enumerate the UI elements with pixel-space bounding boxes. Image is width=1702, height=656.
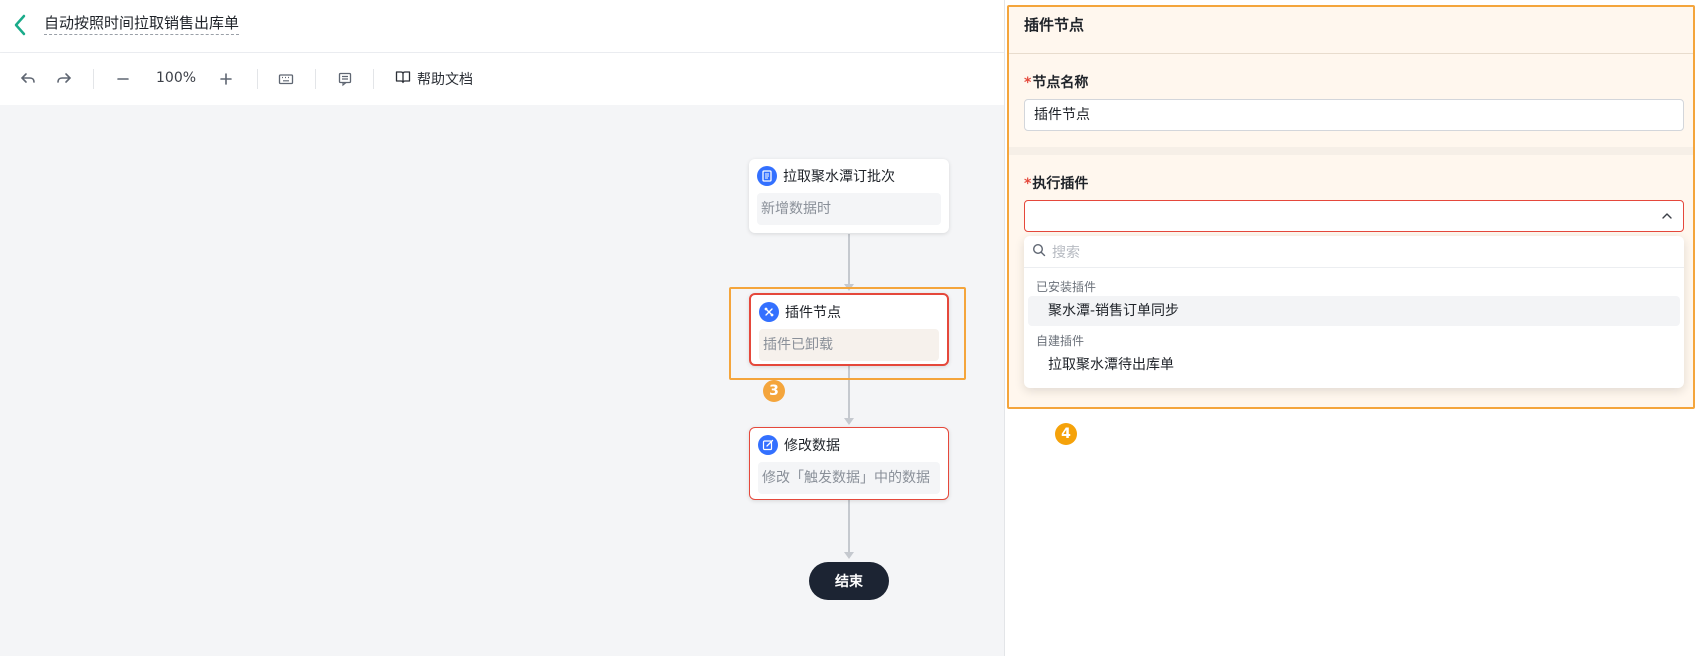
toolbar-divider (257, 69, 258, 89)
annotation-badge: 4 (1055, 423, 1077, 445)
node-description: 插件已卸载 (759, 329, 939, 361)
flow-node-trigger[interactable]: 拉取聚水潭订批次 新增数据时 (749, 159, 949, 233)
edit-icon (758, 435, 778, 455)
node-title: 修改数据 (784, 438, 840, 454)
node-title: 插件节点 (785, 305, 841, 321)
plugin-label-text: 执行插件 (1032, 176, 1089, 192)
toolbar-divider (315, 69, 316, 89)
keyboard-icon[interactable] (274, 65, 298, 93)
help-docs-label: 帮助文档 (417, 72, 473, 88)
panel-title: 插件节点 (1024, 16, 1085, 34)
editor-header: 自动按照时间拉取销售出库单 (0, 0, 1004, 53)
zoom-in-icon[interactable] (214, 65, 238, 93)
flow-node-plugin[interactable]: 插件节点 插件已卸载 (749, 293, 949, 366)
plugin-icon (759, 302, 779, 322)
flow-node-update[interactable]: 修改数据 修改「触发数据」中的数据 (749, 427, 949, 500)
node-name-label-text: 节点名称 (1032, 75, 1089, 91)
help-docs-button[interactable]: 帮助文档 (395, 65, 473, 93)
required-mark: * (1024, 75, 1032, 91)
chevron-up-icon (1661, 210, 1673, 222)
flow-edge (848, 234, 850, 288)
edge-arrow (844, 418, 854, 425)
section-gap (1009, 147, 1693, 155)
zoom-level: 100% (156, 70, 197, 86)
comment-icon[interactable] (333, 65, 357, 93)
plugin-label: *执行插件 (1024, 173, 1088, 193)
toolbar-divider (373, 69, 374, 89)
node-name-label: *节点名称 (1024, 72, 1088, 92)
search-icon (1032, 243, 1046, 261)
panel-divider (1009, 53, 1693, 54)
end-node[interactable]: 结束 (809, 562, 889, 600)
document-icon (757, 166, 777, 186)
dropdown-group-label: 已安装插件 (1036, 280, 1097, 294)
node-description: 新增数据时 (757, 193, 941, 225)
required-mark: * (1024, 176, 1032, 192)
zoom-out-icon[interactable] (111, 65, 135, 93)
plugin-select[interactable] (1024, 200, 1684, 232)
node-name-input[interactable]: 插件节点 (1024, 99, 1684, 131)
toolbar-divider (93, 69, 94, 89)
plugin-dropdown: 搜索 已安装插件 聚水潭-销售订单同步 自建插件 拉取聚水潭待出库单 (1024, 236, 1684, 388)
redo-icon[interactable] (52, 65, 76, 93)
search-input[interactable]: 搜索 (1052, 242, 1080, 262)
dropdown-search[interactable]: 搜索 (1024, 236, 1684, 268)
dropdown-group-label: 自建插件 (1036, 334, 1085, 348)
node-description: 修改「触发数据」中的数据 (758, 462, 940, 494)
undo-icon[interactable] (16, 65, 40, 93)
workflow-title[interactable]: 自动按照时间拉取销售出库单 (44, 14, 240, 35)
book-icon (395, 69, 411, 89)
dropdown-option[interactable]: 拉取聚水潭待出库单 (1028, 350, 1680, 380)
annotation-badge: 3 (763, 380, 785, 402)
dropdown-option[interactable]: 聚水潭-销售订单同步 (1028, 296, 1680, 326)
back-arrow-icon[interactable] (12, 13, 28, 37)
edge-arrow (844, 552, 854, 559)
toolbar: 100% 帮助文档 (0, 53, 1004, 105)
flow-edge (848, 500, 850, 556)
node-title: 拉取聚水潭订批次 (783, 169, 895, 185)
